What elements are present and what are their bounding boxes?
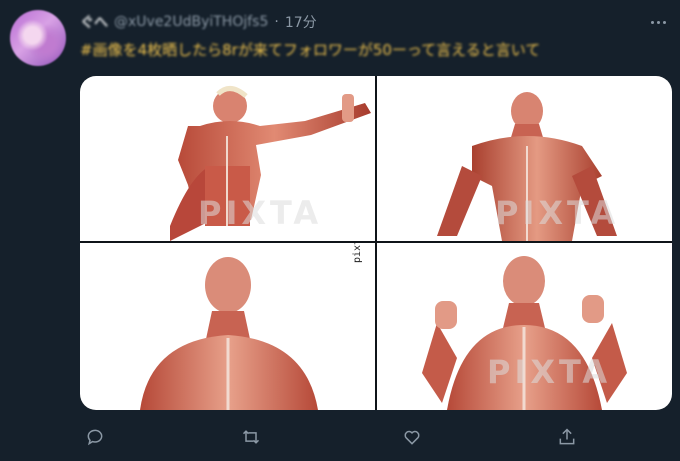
watermark: PIXTA (495, 194, 620, 232)
reply-icon (87, 429, 103, 446)
watermark: PIXTA (487, 353, 612, 391)
media-image-3[interactable]: pixta.jp - 42108185 (80, 243, 375, 410)
media-image-4[interactable]: PIXTA (377, 243, 672, 410)
retweet-icon (242, 430, 260, 444)
anatomy-figure-front (140, 257, 318, 410)
share-button[interactable] (552, 422, 582, 452)
media-image-1[interactable]: PIXTA (80, 76, 375, 241)
like-button[interactable] (397, 422, 427, 452)
watermark: PIXTA (198, 194, 323, 232)
share-icon (559, 428, 575, 445)
media-image-2[interactable]: PIXTA (377, 76, 672, 241)
more-icon (650, 20, 666, 24)
avatar[interactable] (10, 10, 66, 66)
retweet-button[interactable] (236, 422, 266, 452)
timestamp[interactable]: 17分 (285, 12, 317, 32)
display-name[interactable]: ぐへ (80, 12, 108, 32)
image-caption: pixta.jp - 42108185 (352, 243, 363, 263)
tweet-header: ぐへ @xUve2UdByiTHOjfs5 · 17分 (80, 12, 317, 32)
tweet-text: #画像を4枚晒したら8rが来てフォロワーが50ーって言えると言いて (80, 41, 541, 59)
handle[interactable]: @xUve2UdByiTHOjfs5 (114, 14, 268, 30)
separator: · (274, 14, 279, 30)
action-bar (80, 422, 672, 452)
heart-icon (404, 430, 420, 445)
reply-button[interactable] (80, 422, 110, 452)
media-grid: PIXTA PIXTA PIXTA (80, 76, 672, 410)
more-options-button[interactable] (646, 12, 670, 32)
